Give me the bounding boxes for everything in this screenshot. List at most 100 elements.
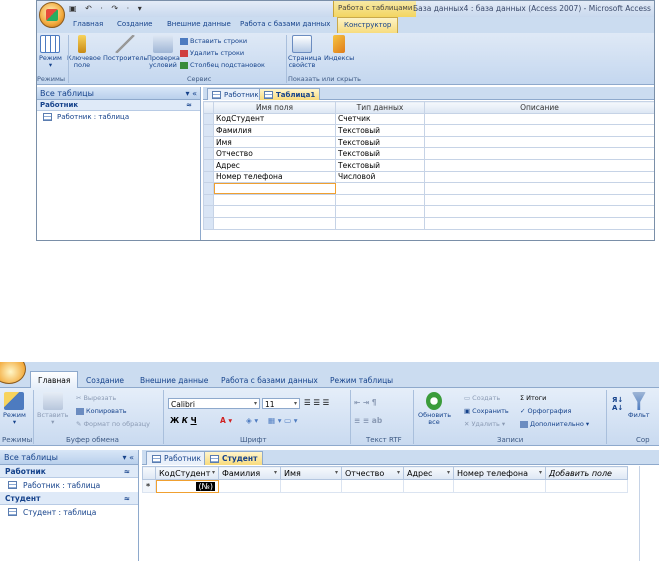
- nav-item-student-table[interactable]: Студент : таблица: [0, 505, 138, 519]
- chevron-down-icon[interactable]: ▾: [397, 469, 400, 476]
- spelling-button[interactable]: ✓ Орфография: [520, 407, 571, 415]
- data-cell[interactable]: [453, 479, 546, 493]
- data-type-cell[interactable]: Числовой: [335, 170, 425, 184]
- fill-color-button[interactable]: ◈ ▾: [246, 416, 258, 427]
- data-cell[interactable]: [341, 479, 404, 493]
- mode-button[interactable]: Режим ▾: [39, 35, 62, 69]
- data-type-cell[interactable]: [335, 193, 425, 207]
- description-cell[interactable]: [424, 147, 654, 160]
- field-name-cell[interactable]: [213, 216, 336, 230]
- gridlines-button[interactable]: ▦ ▾ ▭ ▾: [268, 416, 298, 427]
- nav-item-worker-table[interactable]: Работник : таблица: [0, 478, 138, 492]
- copy-button[interactable]: Копировать: [76, 407, 127, 415]
- description-cell[interactable]: [424, 182, 654, 195]
- data-cell[interactable]: [403, 479, 454, 493]
- tab-design[interactable]: Конструктор: [337, 17, 399, 33]
- tab-database-tools[interactable]: Работа с базами данных: [240, 20, 330, 28]
- table-row-empty[interactable]: [203, 205, 654, 218]
- data-type-cell[interactable]: Текстовый: [335, 124, 425, 137]
- data-type-cell[interactable]: Текстовый: [335, 135, 425, 149]
- table-row[interactable]: Фамилия Текстовый: [203, 124, 654, 137]
- field-name-cell[interactable]: Номер телефона: [213, 170, 336, 184]
- chevron-down-icon[interactable]: ▾: [539, 469, 542, 476]
- tab-external-data[interactable]: Внешние данные: [140, 376, 208, 385]
- doc-tab-student[interactable]: Студент: [204, 451, 264, 465]
- doc-tab-worker[interactable]: Работник: [146, 451, 208, 465]
- nav-collapse-icon[interactable]: ▾ «: [123, 453, 134, 462]
- data-type-cell[interactable]: Счетчик: [335, 112, 425, 126]
- nav-header[interactable]: Все таблицы ▾ «: [0, 450, 138, 465]
- field-name-cell[interactable]: Имя: [213, 135, 336, 149]
- row-selector[interactable]: [203, 112, 214, 126]
- table-row-empty[interactable]: [203, 216, 654, 230]
- primary-key-button[interactable]: Ключевое поле: [67, 35, 101, 69]
- totals-button[interactable]: Σ Итоги: [520, 394, 546, 402]
- indexes-button[interactable]: Индексы: [324, 35, 354, 62]
- chevron-down-icon[interactable]: ▾: [447, 469, 450, 476]
- office-button[interactable]: [39, 2, 65, 28]
- data-cell[interactable]: [218, 479, 281, 493]
- description-cell[interactable]: [424, 205, 654, 218]
- description-cell[interactable]: [424, 216, 654, 230]
- builder-button[interactable]: Построитель: [103, 35, 147, 62]
- column-header-surname[interactable]: Фамилия ▾: [218, 466, 281, 480]
- data-type-cell[interactable]: [335, 216, 425, 230]
- nav-group-worker[interactable]: Работник ≈: [37, 100, 200, 111]
- description-cell[interactable]: [424, 170, 654, 184]
- list-buttons[interactable]: ≡ ≡ ab: [354, 416, 382, 427]
- refresh-all-button[interactable]: Обновить все: [418, 392, 451, 426]
- description-cell[interactable]: [424, 135, 654, 149]
- row-selector[interactable]: [203, 193, 214, 207]
- row-selector[interactable]: [203, 170, 214, 184]
- description-cell[interactable]: [424, 112, 654, 126]
- tab-external-data[interactable]: Внешние данные: [167, 20, 231, 28]
- description-cell[interactable]: [424, 124, 654, 137]
- row-selector[interactable]: [203, 124, 214, 137]
- tab-home[interactable]: Главная: [30, 371, 79, 389]
- office-button[interactable]: [0, 362, 26, 384]
- row-selector[interactable]: [203, 216, 214, 230]
- table-row[interactable]: Адрес Текстовый: [203, 158, 654, 172]
- new-record-id-cell[interactable]: (№): [155, 479, 219, 493]
- field-name-cell[interactable]: [213, 193, 336, 207]
- table-row-empty[interactable]: [203, 193, 654, 207]
- table-row[interactable]: Имя Текстовый: [203, 135, 654, 149]
- new-record-button[interactable]: ▭ Создать: [464, 394, 500, 402]
- table-row[interactable]: Номер телефона Числовой: [203, 170, 654, 184]
- paste-button[interactable]: Вставить ▾: [37, 392, 68, 426]
- sort-buttons[interactable]: Я↓ А↓: [612, 396, 623, 412]
- tab-database-tools[interactable]: Работа с базами данных: [221, 376, 318, 385]
- chevron-down-icon[interactable]: ▾: [274, 469, 277, 476]
- field-name-cell[interactable]: Адрес: [213, 158, 336, 172]
- tab-datasheet[interactable]: Режим таблицы: [330, 376, 393, 385]
- delete-record-button[interactable]: ✕ Удалить ▾: [464, 420, 505, 428]
- table-row-empty[interactable]: [203, 182, 654, 195]
- column-header-phone[interactable]: Номер телефона ▾: [453, 466, 546, 480]
- description-cell[interactable]: [424, 193, 654, 207]
- column-header-name[interactable]: Имя ▾: [280, 466, 342, 480]
- bold-italic-underline-buttons[interactable]: Ж К Ч: [170, 416, 197, 427]
- nav-item-worker-table[interactable]: Работник : таблица: [37, 111, 200, 123]
- data-type-cell[interactable]: Текстовый: [335, 147, 425, 160]
- row-selector[interactable]: [203, 158, 214, 172]
- row-selector[interactable]: [203, 147, 214, 160]
- chevron-down-icon[interactable]: ▾: [212, 469, 215, 476]
- save-record-button[interactable]: ▣ Сохранить: [464, 407, 509, 415]
- row-selector[interactable]: [203, 182, 214, 195]
- font-name-select[interactable]: Calibri ▾: [168, 398, 260, 409]
- field-name-cell[interactable]: [213, 205, 336, 218]
- more-button[interactable]: Дополнительно ▾: [520, 420, 589, 428]
- nav-group-student[interactable]: Студент ≈: [0, 492, 138, 505]
- filter-button[interactable]: Фильт: [628, 392, 650, 419]
- column-header-add-field[interactable]: Добавить поле: [545, 466, 628, 480]
- tab-home[interactable]: Главная: [73, 20, 103, 28]
- nav-collapse-icon[interactable]: ▾ «: [186, 89, 197, 98]
- row-selector[interactable]: [203, 135, 214, 149]
- doc-tab-worker[interactable]: Работник: [207, 88, 264, 100]
- tab-create[interactable]: Создание: [117, 20, 152, 28]
- field-name-cell[interactable]: КодСтудент: [213, 112, 336, 126]
- view-button[interactable]: Режим ▾: [3, 392, 26, 426]
- data-type-cell[interactable]: Текстовый: [335, 158, 425, 172]
- test-validation-button[interactable]: Проверка условий: [147, 35, 180, 69]
- nav-header[interactable]: Все таблицы ▾ «: [37, 87, 200, 100]
